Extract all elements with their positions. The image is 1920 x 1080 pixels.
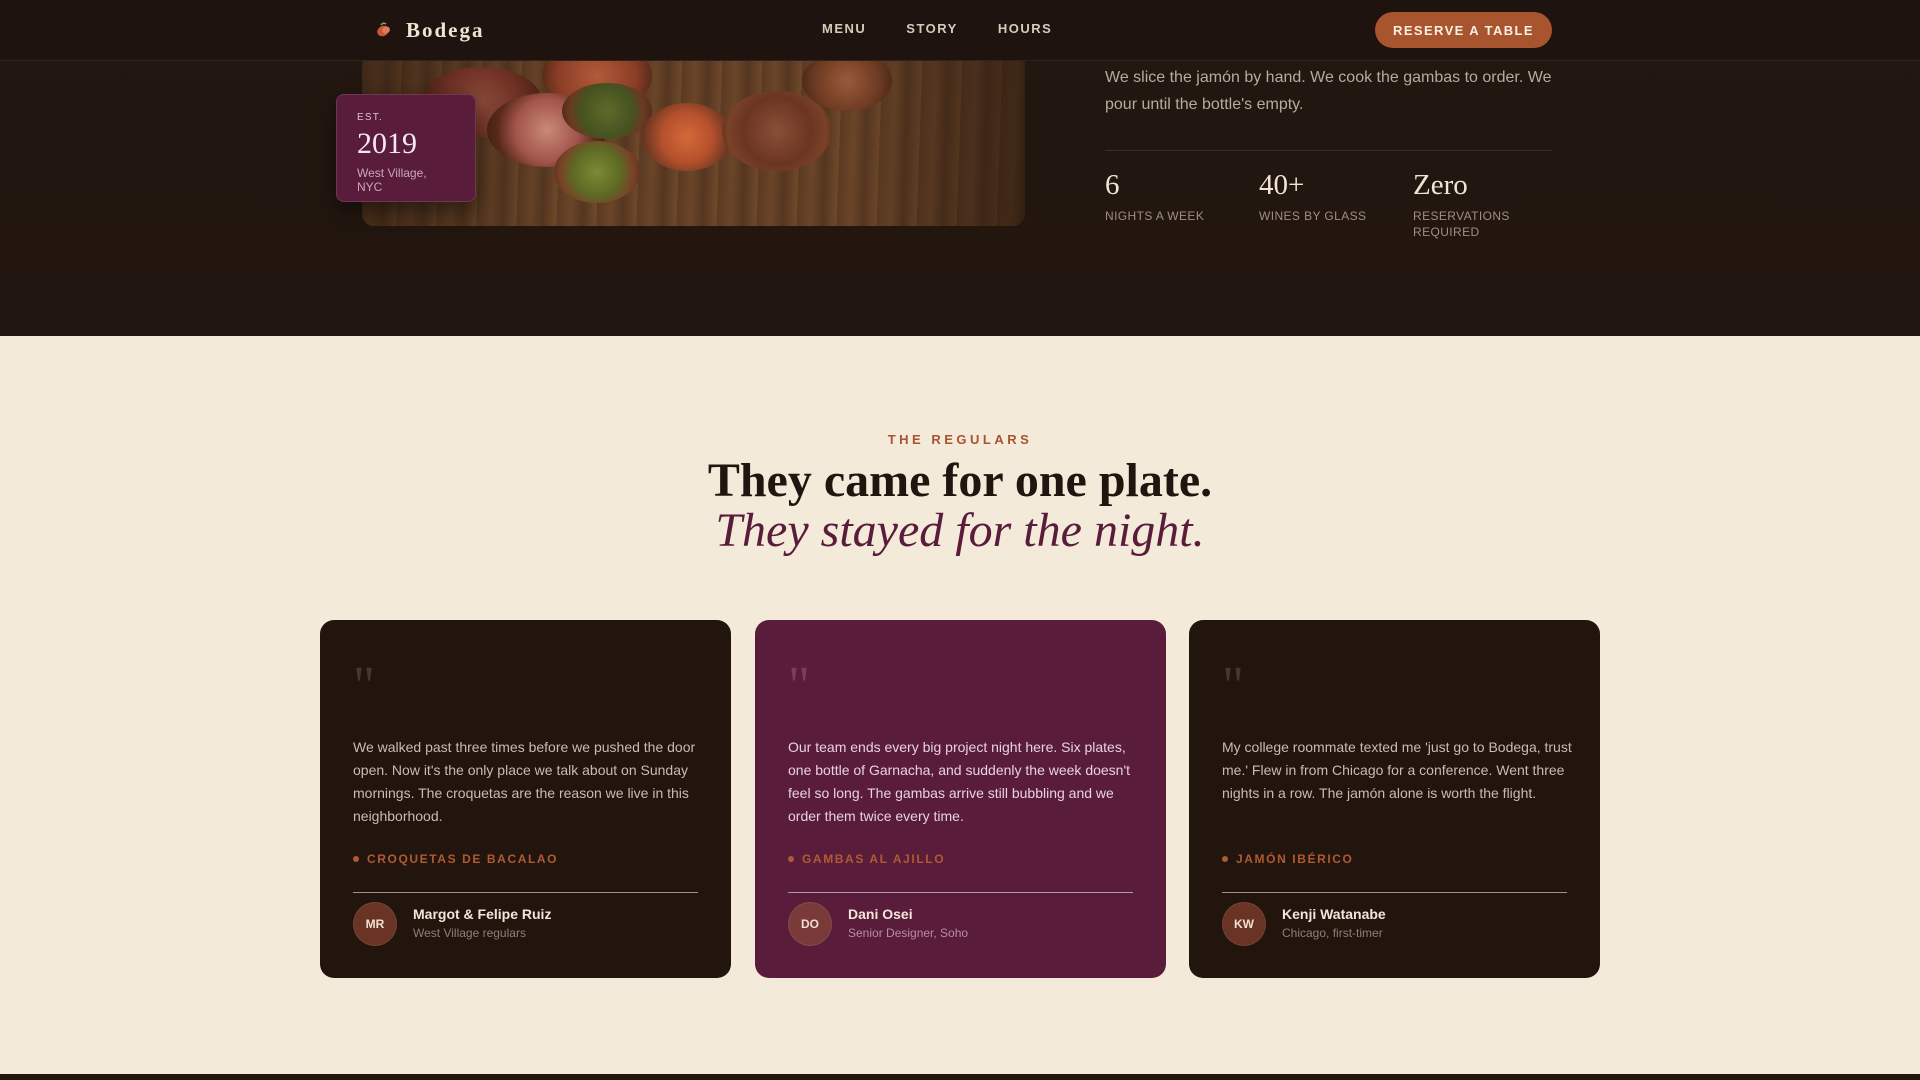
testimonial-quote: My college roommate texted me 'just go t… [1222, 739, 1572, 801]
card-divider [788, 892, 1133, 893]
established-card: EST. 2019 West Village, NYC [336, 94, 476, 202]
stat-reservations: Zero RESERVATIONS REQUIRED [1413, 168, 1567, 240]
nav-links: MENU STORY HOURS [822, 21, 1052, 36]
section-title: They came for one plate. [707, 454, 1213, 507]
testimonial-card: " My college roommate texted me 'just go… [1189, 620, 1600, 978]
stat-label: NIGHTS A WEEK [1105, 209, 1205, 223]
avatar: MR [353, 902, 397, 946]
reviewer-name: Dani Osei [848, 906, 913, 922]
dish-name: GAMBAS AL AJILLO [802, 852, 946, 866]
dish-name: JAMÓN IBÉRICO [1236, 852, 1354, 866]
nav-link-menu[interactable]: MENU [822, 21, 866, 36]
hero-divider [1105, 150, 1552, 151]
dot-icon [1222, 856, 1228, 862]
avatar: DO [788, 902, 832, 946]
pepper-logo-icon [374, 20, 394, 40]
reviewer-name: Kenji Watanabe [1282, 906, 1386, 922]
brand-name: Bodega [406, 17, 485, 42]
footer-edge [0, 1074, 1920, 1080]
section-subtitle: They stayed for the night. [715, 504, 1205, 557]
brand-logo[interactable]: Bodega [374, 17, 485, 43]
reviewer-name: Margot & Felipe Ruiz [413, 906, 552, 922]
top-nav: Bodega MENU STORY HOURS RESERVE A TABLE [0, 0, 1920, 61]
testimonial-quote: Our team ends every big project night he… [788, 739, 1131, 824]
stat-value: Zero [1413, 169, 1468, 201]
avatar: KW [1222, 902, 1266, 946]
quote-icon: " [353, 655, 376, 715]
testimonial-card: " Our team ends every big project night … [755, 620, 1166, 978]
stat-label: WINES BY GLASS [1259, 209, 1367, 223]
est-year: 2019 [357, 127, 417, 160]
stat-label: RESERVATIONS REQUIRED [1413, 209, 1510, 239]
nav-link-hours[interactable]: HOURS [998, 21, 1052, 36]
card-divider [1222, 892, 1567, 893]
est-label: EST. [357, 112, 383, 123]
stat-wines: 40+ WINES BY GLASS [1259, 168, 1413, 240]
testimonial-card: " We walked past three times before we p… [320, 620, 731, 978]
reserve-table-button[interactable]: RESERVE A TABLE [1375, 12, 1552, 48]
dish-tag: CROQUETAS DE BACALAO [353, 852, 558, 866]
section-eyebrow: THE REGULARS [887, 432, 1033, 447]
reviewer-role: West Village regulars [413, 926, 526, 940]
stat-value: 6 [1105, 169, 1120, 201]
dot-icon [353, 856, 359, 862]
card-divider [353, 892, 698, 893]
est-location: West Village, NYC [357, 166, 427, 194]
nav-link-story[interactable]: STORY [906, 21, 958, 36]
dot-icon [788, 856, 794, 862]
reviewer-role: Chicago, first-timer [1282, 926, 1383, 940]
stat-nights: 6 NIGHTS A WEEK [1105, 168, 1259, 240]
dish-tag: JAMÓN IBÉRICO [1222, 852, 1353, 866]
hero-intro: We slice the jamón by hand. We cook the … [1105, 69, 1552, 113]
quote-icon: " [788, 655, 811, 715]
reviewer-role: Senior Designer, Soho [848, 926, 969, 940]
dish-name: CROQUETAS DE BACALAO [367, 852, 559, 866]
dish-tag: GAMBAS AL AJILLO [788, 852, 945, 866]
stat-value: 40+ [1259, 169, 1305, 201]
quote-icon: " [1222, 655, 1245, 715]
stats-row: 6 NIGHTS A WEEK 40+ WINES BY GLASS Zero … [1105, 168, 1567, 240]
testimonial-quote: We walked past three times before we pus… [353, 739, 696, 824]
